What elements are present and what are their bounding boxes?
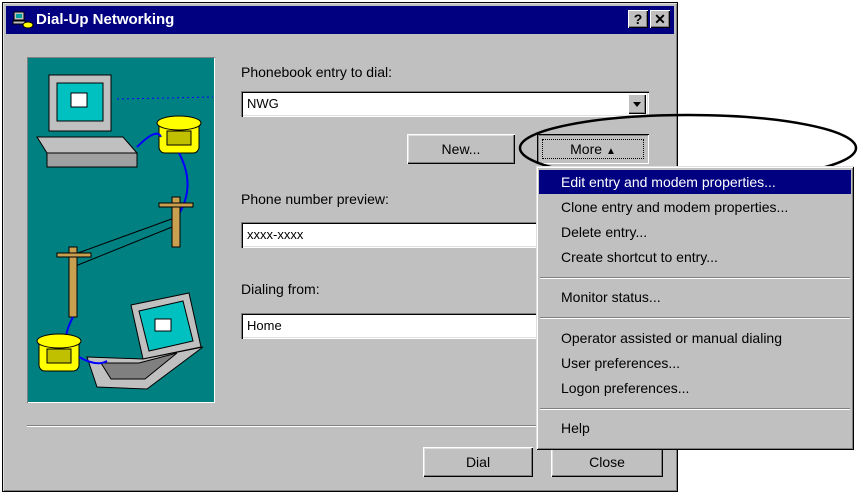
menu-separator	[540, 408, 850, 410]
help-button[interactable]: ?	[628, 10, 648, 28]
title-bar[interactable]: Dial-Up Networking ? ✕	[6, 6, 674, 34]
menu-item-edit-entry[interactable]: Edit entry and modem properties...	[539, 170, 851, 194]
new-button-label: New...	[441, 141, 481, 157]
close-window-button[interactable]: ✕	[650, 10, 670, 28]
more-menu: Edit entry and modem properties... Clone…	[536, 166, 854, 450]
menu-item-create-shortcut[interactable]: Create shortcut to entry...	[539, 245, 851, 269]
phonebook-value: NWG	[247, 96, 279, 111]
dialing-from-value: Home	[247, 318, 282, 333]
dialup-networking-icon	[12, 11, 34, 29]
dialing-from-select[interactable]: Home	[241, 313, 541, 339]
menu-item-clone-entry[interactable]: Clone entry and modem properties...	[539, 195, 851, 219]
menu-item-help[interactable]: Help	[539, 416, 851, 440]
phone-preview-field[interactable]: xxxx-xxxx	[241, 222, 541, 248]
new-button[interactable]: New...	[407, 134, 515, 164]
close-button[interactable]: Close	[551, 447, 663, 477]
dial-button-label: Dial	[465, 454, 491, 470]
menu-separator	[540, 317, 850, 319]
menu-separator	[540, 277, 850, 279]
dialing-from-label: Dialing from:	[241, 281, 320, 297]
phone-preview-value: xxxx-xxxx	[247, 227, 304, 242]
menu-item-operator-assisted[interactable]: Operator assisted or manual dialing	[539, 326, 851, 350]
menu-item-logon-preferences[interactable]: Logon preferences...	[539, 376, 851, 400]
phonebook-label: Phonebook entry to dial:	[241, 64, 392, 80]
menu-item-delete-entry[interactable]: Delete entry...	[539, 220, 851, 244]
menu-item-monitor-status[interactable]: Monitor status...	[539, 285, 851, 309]
network-illustration-icon	[36, 74, 214, 390]
window-title: Dial-Up Networking	[36, 11, 175, 28]
phone-preview-label: Phone number preview:	[241, 191, 389, 207]
dialup-illustration	[27, 57, 215, 403]
dial-button[interactable]: Dial	[423, 447, 533, 477]
close-button-label: Close	[589, 454, 625, 470]
menu-item-user-preferences[interactable]: User preferences...	[539, 351, 851, 375]
